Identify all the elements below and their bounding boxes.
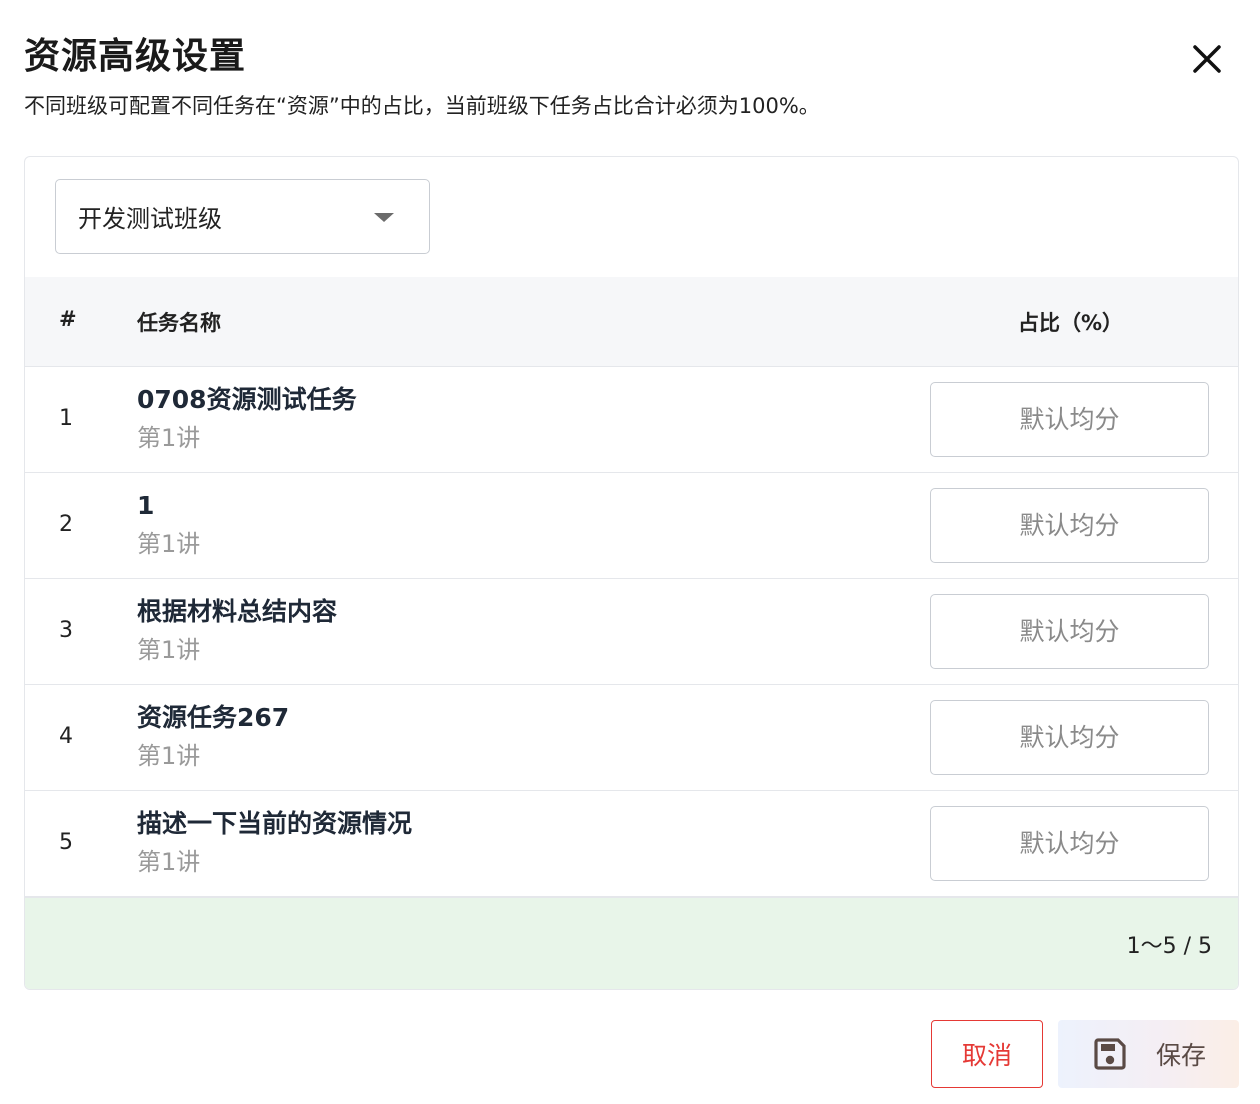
ratio-input[interactable] (930, 806, 1209, 881)
close-button[interactable] (1186, 38, 1228, 80)
table-footer: 1～5 / 5 (25, 897, 1238, 989)
table-row: 4 资源任务267 第1讲 (25, 685, 1238, 791)
task-lecture: 第1讲 (137, 636, 201, 664)
row-index: 1 (59, 406, 73, 431)
ratio-input[interactable] (930, 594, 1209, 669)
header-index: # (59, 307, 77, 331)
header-task-name: 任务名称 (137, 311, 221, 335)
table-row: 3 根据材料总结内容 第1讲 (25, 579, 1238, 685)
close-icon (1193, 45, 1221, 73)
pagination-summary: 1～5 / 5 (1126, 934, 1212, 959)
row-index: 5 (59, 830, 73, 855)
row-index: 3 (59, 618, 73, 643)
task-lecture: 第1讲 (137, 424, 201, 452)
floppy-disk-icon (1092, 1036, 1128, 1072)
save-button[interactable]: 保存 (1058, 1020, 1239, 1088)
caret-down-icon (374, 213, 394, 222)
row-index: 4 (59, 724, 73, 749)
table-row: 2 1 第1讲 (25, 473, 1238, 579)
task-lecture: 第1讲 (137, 848, 201, 876)
class-select-value: 开发测试班级 (78, 205, 222, 233)
cancel-button[interactable]: 取消 (931, 1020, 1043, 1088)
table-row: 1 0708资源测试任务 第1讲 (25, 367, 1238, 473)
header-ratio: 占比（%） (1018, 311, 1124, 335)
ratio-input[interactable] (930, 382, 1209, 457)
settings-card: 开发测试班级 # 任务名称 占比（%） 1 0708资源测试任务 第1讲 2 1… (24, 156, 1239, 990)
task-lecture: 第1讲 (137, 742, 201, 770)
row-index: 2 (59, 512, 73, 537)
table-row: 5 描述一下当前的资源情况 第1讲 (25, 791, 1238, 897)
dialog-subtitle: 不同班级可配置不同任务在“资源”中的占比，当前班级下任务占比合计必须为100%。 (24, 94, 820, 118)
task-name: 1 (137, 491, 155, 520)
task-name: 资源任务267 (137, 703, 290, 732)
dialog-title: 资源高级设置 (24, 36, 247, 77)
class-select[interactable]: 开发测试班级 (55, 179, 430, 254)
task-name: 根据材料总结内容 (137, 597, 338, 626)
task-lecture: 第1讲 (137, 530, 201, 558)
ratio-input[interactable] (930, 488, 1209, 563)
save-button-label: 保存 (1156, 1041, 1207, 1070)
task-name: 描述一下当前的资源情况 (137, 809, 413, 838)
table-header: # 任务名称 占比（%） (25, 277, 1238, 367)
ratio-input[interactable] (930, 700, 1209, 775)
task-name: 0708资源测试任务 (137, 385, 357, 414)
